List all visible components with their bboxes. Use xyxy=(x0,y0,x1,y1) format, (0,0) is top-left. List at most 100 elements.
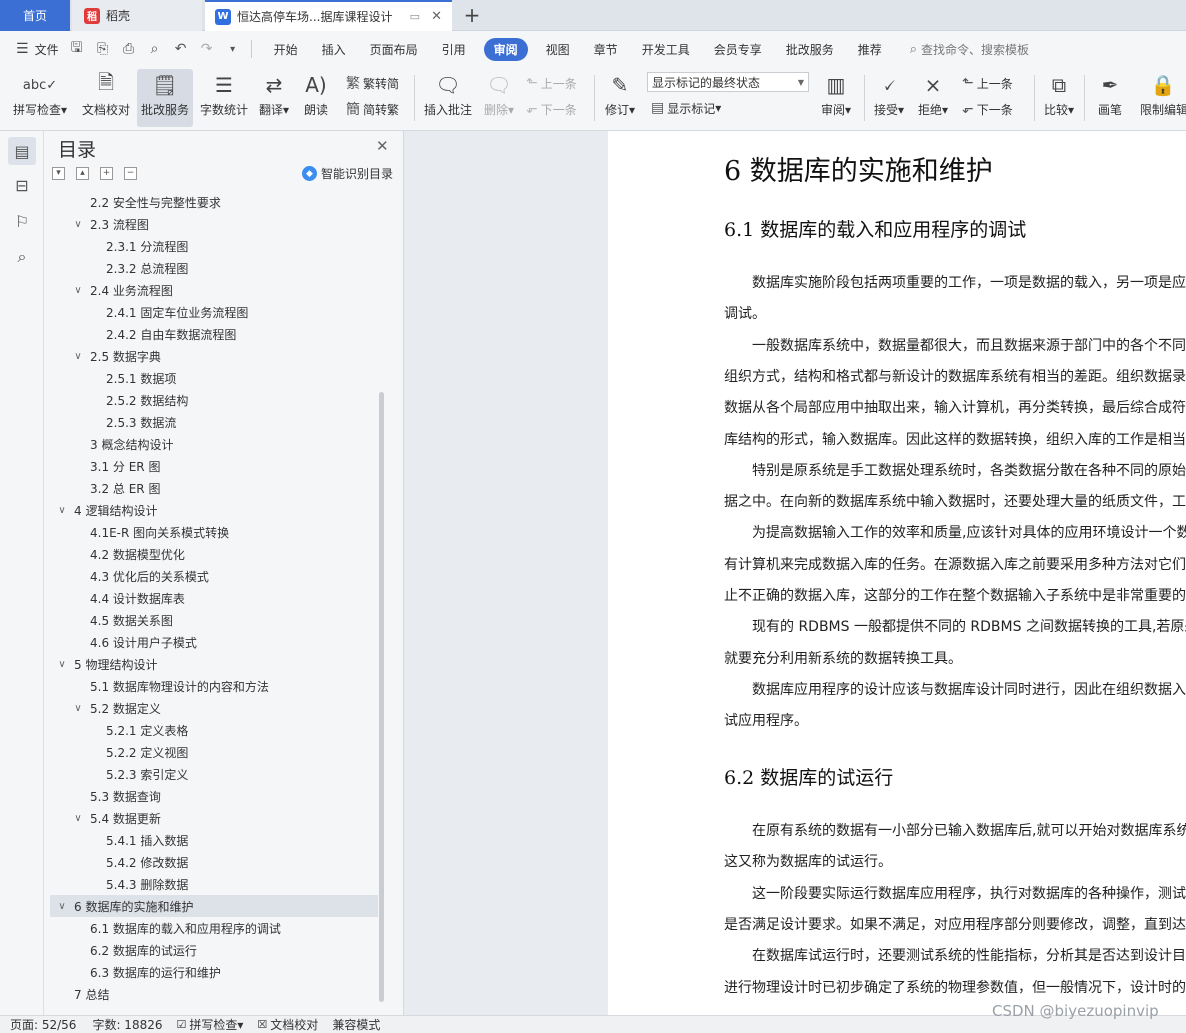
toc-item[interactable]: 2.4.2 自由车数据流程图 xyxy=(50,323,378,345)
file-menu[interactable]: 文件 xyxy=(35,41,59,58)
menu-review-service[interactable]: 批改服务 xyxy=(786,39,834,60)
hamburger-menu-icon[interactable]: ☰ xyxy=(16,41,29,57)
export-pdf-icon[interactable]: ⎘ xyxy=(95,41,111,57)
customize-toolbar-icon[interactable]: ▾ xyxy=(225,44,241,55)
word-count-indicator[interactable]: 字数: 18826 xyxy=(92,1016,162,1033)
toc-item[interactable]: 7 总结 xyxy=(50,983,378,1005)
remove-heading-icon[interactable]: − xyxy=(124,167,137,180)
undo-icon[interactable]: ↶ xyxy=(173,41,189,57)
insert-comment-button[interactable]: 🗨 插入批注 xyxy=(420,69,476,127)
bookmark-icon[interactable]: ⚐ xyxy=(8,207,36,235)
toc-item[interactable]: ∨ 2.3 流程图 xyxy=(50,213,378,235)
toc-item[interactable]: 5.4.3 删除数据 xyxy=(50,873,378,895)
menu-references[interactable]: 引用 xyxy=(442,39,466,60)
toc-item[interactable]: 2.5.2 数据结构 xyxy=(50,389,378,411)
collapse-all-icon[interactable]: ▾ xyxy=(52,167,65,180)
toc-item[interactable]: 6.1 数据库的载入和应用程序的调试 xyxy=(50,917,378,939)
tab-document[interactable]: W 恒达高停车场...据库课程设计 ▭ ✕ xyxy=(205,0,452,31)
review-service-button[interactable]: 🗒 批改服务 xyxy=(137,69,193,127)
add-heading-icon[interactable]: + xyxy=(100,167,113,180)
tab-daoke[interactable]: 稻 稻壳 xyxy=(72,0,202,31)
collapse-toggle-icon[interactable]: ∨ xyxy=(72,285,84,296)
menu-insert[interactable]: 插入 xyxy=(322,39,346,60)
menu-view[interactable]: 视图 xyxy=(546,39,570,60)
trad-to-simp-button[interactable]: 繁繁转简 xyxy=(346,73,399,93)
toc-item[interactable]: ∨ 4 逻辑结构设计 xyxy=(50,499,378,521)
toc-item[interactable]: 5.4.1 插入数据 xyxy=(50,829,378,851)
toc-item[interactable]: ∨ 5.2 数据定义 xyxy=(50,697,378,719)
prev-change-button[interactable]: ⬑ 上一条 xyxy=(962,73,1013,93)
toc-item[interactable]: 6.2 数据库的试运行 xyxy=(50,939,378,961)
word-count-button[interactable]: ☰ 字数统计 xyxy=(198,69,250,127)
toc-item[interactable]: ∨ 5 物理结构设计 xyxy=(50,653,378,675)
print-icon[interactable]: ⎙ xyxy=(121,41,137,57)
menu-start[interactable]: 开始 xyxy=(274,39,298,60)
toc-item[interactable]: 5.3 数据查询 xyxy=(50,785,378,807)
status-spellcheck[interactable]: ☑ 拼写检查 ▾ xyxy=(177,1016,244,1033)
collapse-toggle-icon[interactable]: ∨ xyxy=(72,351,84,362)
prev-comment-button[interactable]: ⬑ 上一条 xyxy=(526,73,577,93)
toc-item[interactable]: 2.4.1 固定车位业务流程图 xyxy=(50,301,378,323)
toc-item[interactable]: 3 概念结构设计 xyxy=(50,433,378,455)
smart-toc-button[interactable]: ◆ 智能识别目录 xyxy=(302,165,393,182)
collapse-toggle-icon[interactable]: ∨ xyxy=(72,703,84,714)
simp-to-trad-button[interactable]: 簡简转繁 xyxy=(346,99,399,119)
track-changes-button[interactable]: ✎ 修订▾ xyxy=(600,69,640,127)
collapse-toggle-icon[interactable]: ∨ xyxy=(72,219,84,230)
toc-item[interactable]: ∨ 2.5 数据字典 xyxy=(50,345,378,367)
toc-item[interactable]: 5.4.2 修改数据 xyxy=(50,851,378,873)
accept-button[interactable]: 🗸 接受▾ xyxy=(870,69,908,127)
translate-button[interactable]: ⇄ 翻译▾ xyxy=(254,69,294,127)
toc-pane-icon[interactable]: ▤ xyxy=(8,137,36,165)
close-pane-icon[interactable]: ✕ xyxy=(376,137,389,155)
toc-item[interactable]: 5.2.3 索引定义 xyxy=(50,763,378,785)
save-icon[interactable]: 🖫 xyxy=(69,37,85,61)
toc-item[interactable]: 3.2 总 ER 图 xyxy=(50,477,378,499)
toc-item[interactable]: 6.3 数据库的运行和维护 xyxy=(50,961,378,983)
menu-recommend[interactable]: 推荐 xyxy=(858,39,882,60)
doc-proof-button[interactable]: 🗎 文档校对 xyxy=(78,69,134,127)
toc-item[interactable]: ∨ 2.4 业务流程图 xyxy=(50,279,378,301)
page-indicator[interactable]: 页面: 52/56 xyxy=(10,1016,76,1033)
collapse-toggle-icon[interactable]: ∨ xyxy=(56,901,68,912)
show-markup-button[interactable]: ▤ 显示标记 ▾ xyxy=(651,98,721,118)
pen-button[interactable]: ✒ 画笔 xyxy=(1092,69,1128,127)
toc-item[interactable]: 4.5 数据关系图 xyxy=(50,609,378,631)
document-page[interactable]: 6 数据库的实施和维护 6.1 数据库的载入和应用程序的调试 数据库实施阶段包括… xyxy=(608,131,1186,1015)
status-doc-proof[interactable]: ☒ 文档校对 xyxy=(257,1016,318,1033)
search-icon[interactable]: ⌕ xyxy=(8,243,36,271)
toc-item[interactable]: 4.4 设计数据库表 xyxy=(50,587,378,609)
toc-item[interactable]: 4.1E-R 图向关系模式转换 xyxy=(50,521,378,543)
next-change-button[interactable]: ⬐ 下一条 xyxy=(962,99,1013,119)
redo-icon[interactable]: ↷ xyxy=(199,41,215,57)
toc-item[interactable]: 2.3.1 分流程图 xyxy=(50,235,378,257)
toc-item[interactable]: 4.3 优化后的关系模式 xyxy=(50,565,378,587)
toc-item[interactable]: 4.6 设计用户子模式 xyxy=(50,631,378,653)
new-tab-button[interactable]: + xyxy=(462,3,482,27)
review-button[interactable]: ▥ 审阅▾ xyxy=(816,69,856,127)
menu-chapter[interactable]: 章节 xyxy=(594,39,618,60)
toc-item[interactable]: 5.2.1 定义表格 xyxy=(50,719,378,741)
toc-item[interactable]: 3.1 分 ER 图 xyxy=(50,455,378,477)
read-aloud-button[interactable]: A) 朗读 xyxy=(298,69,334,127)
menu-page-layout[interactable]: 页面布局 xyxy=(370,39,418,60)
menu-member[interactable]: 会员专享 xyxy=(714,39,762,60)
collapse-toggle-icon[interactable]: ∨ xyxy=(56,505,68,516)
toc-item[interactable]: ∨ 5.4 数据更新 xyxy=(50,807,378,829)
tab-home[interactable]: 首页 xyxy=(0,0,70,31)
toc-scrollbar[interactable] xyxy=(379,392,384,1002)
compare-button[interactable]: ⧉ 比较▾ xyxy=(1040,69,1078,127)
toc-item[interactable]: 5.1 数据库物理设计的内容和方法 xyxy=(50,675,378,697)
print-preview-icon[interactable]: ⌕ xyxy=(147,41,163,57)
markup-state-select[interactable]: 显示标记的最终状态 ▼ xyxy=(647,72,809,92)
restrict-edit-button[interactable]: 🔒 限制编辑 xyxy=(1140,69,1186,127)
spellcheck-button[interactable]: abc✓ 拼写检查▾ xyxy=(8,69,72,127)
collapse-toggle-icon[interactable]: ∨ xyxy=(56,659,68,670)
toc-item[interactable]: 4.2 数据模型优化 xyxy=(50,543,378,565)
reject-button[interactable]: ⨯ 拒绝▾ xyxy=(914,69,952,127)
toc-item[interactable]: 2.3.2 总流程图 xyxy=(50,257,378,279)
collapse-toggle-icon[interactable]: ∨ xyxy=(72,813,84,824)
menu-review[interactable]: 审阅 xyxy=(483,37,528,61)
expand-level-icon[interactable]: ▴ xyxy=(76,167,89,180)
toc-item[interactable]: ∨ 6 数据库的实施和维护 xyxy=(50,895,378,917)
